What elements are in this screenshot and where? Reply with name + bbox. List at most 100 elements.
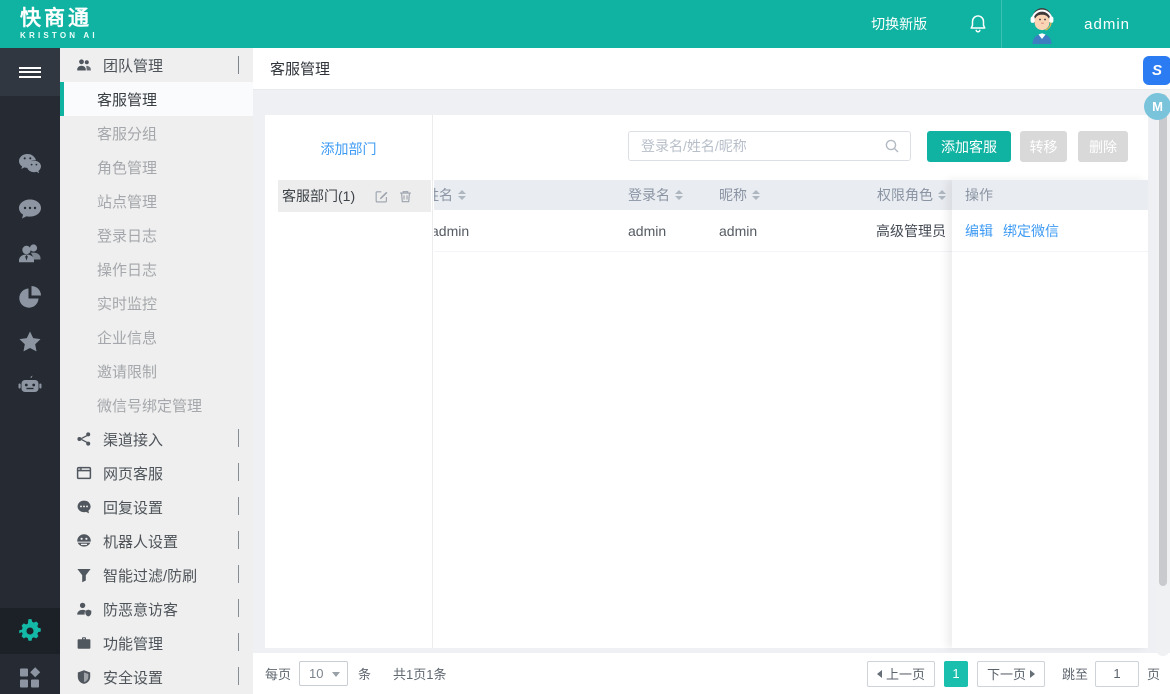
sidebar-item-robot-settings[interactable]: 机器人设置 (60, 524, 253, 558)
transfer-button[interactable]: 转移 (1020, 131, 1067, 162)
team-group-icon (76, 57, 92, 73)
edit-agent-link[interactable]: 编辑 (965, 221, 993, 241)
column-header-nickname[interactable]: 昵称 (719, 185, 869, 205)
reply-bubble-icon (76, 499, 92, 515)
sort-icon[interactable] (675, 190, 683, 200)
switch-version-link[interactable]: 切换新版 (871, 14, 927, 34)
chevron-right-icon (238, 668, 239, 686)
apps-grid-icon[interactable] (17, 665, 43, 691)
brand-logo[interactable]: 快商通 KRISTON AI (20, 8, 98, 40)
sidebar-item-agent-management[interactable]: 客服管理 (60, 82, 253, 116)
sidebar-item-label: 功能管理 (103, 633, 163, 654)
search-input[interactable] (629, 138, 884, 154)
sort-icon[interactable] (938, 190, 946, 200)
page-scrollbar-track[interactable] (1156, 90, 1170, 656)
team-icon[interactable] (17, 240, 43, 266)
sidebar-item-login-logs[interactable]: 登录日志 (60, 218, 253, 252)
notification-bell-icon[interactable] (967, 12, 989, 36)
left-icon-strip (0, 48, 60, 694)
pagination-right: 上一页 1 下一页 跳至 页 (867, 661, 1160, 687)
user-avatar[interactable] (1024, 4, 1060, 44)
sidebar-item-label: 机器人设置 (103, 531, 178, 552)
delete-button[interactable]: 删除 (1078, 131, 1128, 162)
add-agent-button[interactable]: 添加客服 (927, 131, 1011, 162)
prev-page-button[interactable]: 上一页 (867, 661, 935, 687)
prev-triangle-icon (877, 670, 882, 678)
sidebar-item-channel-access[interactable]: 渠道接入 (60, 422, 253, 456)
robot-icon[interactable] (17, 373, 43, 399)
sidebar-item-invite-limit[interactable]: 邀请限制 (60, 354, 253, 388)
cell-name: admin (434, 223, 628, 239)
sidebar-item-label: 安全设置 (103, 667, 163, 688)
edit-department-icon[interactable] (374, 189, 389, 204)
jump-to-label: 跳至 (1062, 664, 1088, 683)
column-header-operations: 操作 (952, 180, 1148, 210)
pagination-bar: 每页 10 条 共1页1条 上一页 1 下一页 跳至 页 (253, 653, 1170, 694)
per-page-label: 每页 (265, 664, 291, 683)
sidebar-item-anti-malicious-visitor[interactable]: 防恶意访客 (60, 592, 253, 626)
sidebar-item-site-management[interactable]: 站点管理 (60, 184, 253, 218)
breadcrumb-bar: 客服管理 (253, 48, 1170, 90)
share-nodes-icon (76, 431, 92, 447)
wechat-channels-icon[interactable] (17, 151, 43, 177)
agents-table: 姓名 登录名 昵称 权限角色 admin admin (434, 180, 952, 648)
column-header-login[interactable]: 登录名 (628, 185, 719, 205)
sidebar-item-label: 渠道接入 (103, 429, 163, 450)
hamburger-icon (19, 64, 41, 80)
chevron-right-icon (238, 566, 239, 584)
sidebar-item-label: 网页客服 (103, 463, 163, 484)
select-caret-icon (332, 672, 340, 677)
browser-window-icon (76, 465, 92, 481)
department-item[interactable]: 客服部门(1) (278, 180, 431, 212)
briefcase-icon (76, 635, 92, 651)
search-box (628, 131, 911, 161)
add-department-link[interactable]: 添加部门 (265, 139, 432, 159)
pagination-summary: 共1页1条 (393, 664, 446, 683)
app-screen: 快商通 KRISTON AI 切换新版 (0, 0, 1170, 694)
brand-logo-cn: 快商通 (20, 8, 98, 29)
delete-department-icon[interactable] (398, 189, 413, 204)
current-page-button[interactable]: 1 (944, 661, 968, 687)
sort-icon[interactable] (458, 190, 466, 200)
menu-collapse-button[interactable] (0, 48, 60, 96)
sidebar-item-web-chat[interactable]: 网页客服 (60, 456, 253, 490)
page-scrollbar-thumb[interactable] (1159, 94, 1167, 586)
next-triangle-icon (1030, 670, 1035, 678)
search-icon[interactable] (884, 138, 900, 154)
sidebar-item-label: 智能过滤/防刷 (103, 565, 197, 586)
brand-logo-en: KRISTON AI (20, 32, 98, 40)
jump-page-input[interactable] (1095, 661, 1139, 687)
next-page-button[interactable]: 下一页 (977, 661, 1045, 687)
page-title: 客服管理 (270, 58, 330, 79)
chevron-right-icon (238, 532, 239, 550)
sidebar-item-smart-filter[interactable]: 智能过滤/防刷 (60, 558, 253, 592)
table-row: admin admin admin 高级管理员 (434, 210, 952, 252)
column-header-name[interactable]: 姓名 (434, 185, 628, 205)
settings-gear-icon[interactable] (17, 618, 43, 644)
per-page-select[interactable]: 10 (299, 661, 348, 686)
bind-wechat-link[interactable]: 绑定微信 (1003, 221, 1059, 241)
sidebar-item-reply-settings[interactable]: 回复设置 (60, 490, 253, 524)
sidebar-item-agent-groups[interactable]: 客服分组 (60, 116, 253, 150)
favorites-star-icon[interactable] (17, 329, 43, 355)
sidebar-item-role-management[interactable]: 角色管理 (60, 150, 253, 184)
operations-fixed-column: 操作 编辑 绑定微信 (952, 180, 1148, 648)
floating-m-badge[interactable]: M (1144, 93, 1170, 120)
sidebar-item-team-management[interactable]: 团队管理 (60, 48, 253, 82)
statistics-pie-icon[interactable] (17, 284, 43, 310)
username-label[interactable]: admin (1084, 16, 1130, 33)
sidebar-item-company-info[interactable]: 企业信息 (60, 320, 253, 354)
filter-funnel-icon (76, 567, 92, 583)
conversations-icon[interactable] (17, 196, 43, 222)
sidebar-item-realtime-monitor[interactable]: 实时监控 (60, 286, 253, 320)
sidebar-item-function-management[interactable]: 功能管理 (60, 626, 253, 660)
sort-icon[interactable] (752, 190, 760, 200)
sidebar-menu: 团队管理 客服管理 客服分组 角色管理 站点管理 登录日志 操作日志 实时监控 … (60, 48, 253, 694)
sidebar-item-security-settings[interactable]: 安全设置 (60, 660, 253, 694)
column-header-role[interactable]: 权限角色 (869, 185, 952, 205)
pagination-left: 每页 10 条 共1页1条 (265, 661, 447, 686)
sidebar-item-wechat-binding[interactable]: 微信号绑定管理 (60, 388, 253, 422)
shield-icon (76, 669, 92, 685)
floating-brand-badge[interactable]: S (1143, 56, 1170, 85)
sidebar-item-operation-logs[interactable]: 操作日志 (60, 252, 253, 286)
